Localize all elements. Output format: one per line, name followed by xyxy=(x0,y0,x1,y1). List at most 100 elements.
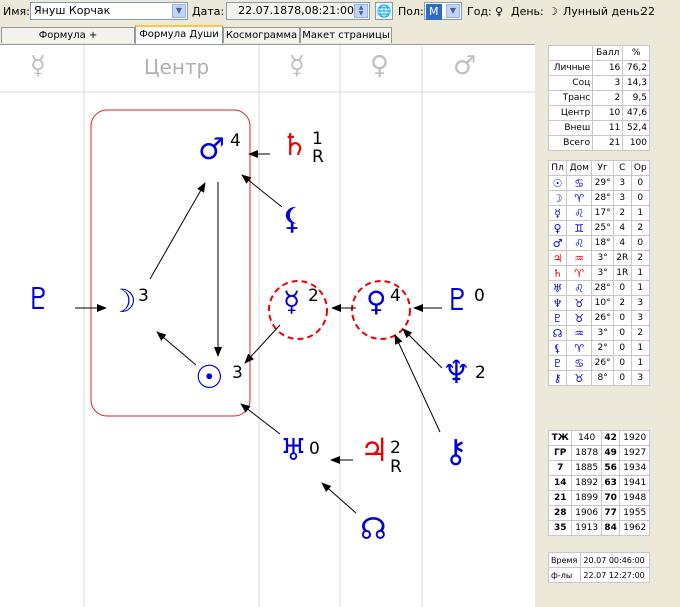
date-value: 22.07.1878,08:21:00 xyxy=(238,4,354,17)
planet-glyph: ☊ xyxy=(547,325,568,341)
strength: 0 xyxy=(612,370,632,386)
moon-icon[interactable]: ☽ xyxy=(108,285,137,317)
score-row: Центр 10 47,6 xyxy=(547,105,650,121)
name-value: Януш Корчак xyxy=(34,4,111,17)
score-cell: 10 xyxy=(592,105,624,121)
score-row: Личные 16 76,2 xyxy=(547,60,650,76)
strength: 4 xyxy=(612,220,632,236)
strength: 4 xyxy=(612,235,632,251)
orbit: 3 xyxy=(630,370,651,386)
age-cell: 1906 xyxy=(571,505,602,521)
planet-glyph: ⚷ xyxy=(547,370,568,386)
house-sign: ♉ xyxy=(566,310,593,326)
spin-icon[interactable]: ▲ ▼ xyxy=(354,4,368,18)
day-label: День: xyxy=(511,5,544,18)
mars-icon[interactable]: ♂ xyxy=(198,135,225,165)
time-value: 20.07 00:46:00 xyxy=(580,552,650,568)
score-cell: 2 xyxy=(592,90,624,106)
planet-glyph: ♃ xyxy=(547,250,568,266)
arrow-lilith-mars xyxy=(241,174,283,208)
neptune-icon[interactable]: ♆ xyxy=(442,356,471,388)
saturn-icon[interactable]: ♄ xyxy=(281,131,308,161)
venus-icon[interactable]: ♀ xyxy=(366,288,387,316)
center-column-header: Центр xyxy=(144,55,210,79)
house-sign: ♉ xyxy=(566,370,593,386)
angle: 25° xyxy=(591,220,614,236)
mercury-icon[interactable]: ☿ xyxy=(283,288,300,316)
sex-select[interactable]: М ▼ xyxy=(424,2,462,20)
planet-header-cell: С xyxy=(612,160,632,176)
house-sign: ♋ xyxy=(566,355,593,371)
score-header-cell xyxy=(547,45,594,61)
score-cell: 11 xyxy=(592,120,624,136)
planet-glyph: ☽ xyxy=(547,190,568,206)
angle: 8° xyxy=(591,370,614,386)
sex-value: М xyxy=(426,4,442,20)
age-cell: 42 xyxy=(600,430,621,446)
age-cell: 1955 xyxy=(619,505,650,521)
orbit: 3 xyxy=(630,295,651,311)
planet-row: ☽ ♈ 28° 3 0 xyxy=(547,190,651,206)
angle: 26° xyxy=(591,310,614,326)
saturn-count: 1 xyxy=(312,129,323,149)
age-cell: 1892 xyxy=(571,475,602,491)
side-panel: Балл % Личные 16 76,2 Соц 3 14,3 Транс 2 9,5 Ц… xyxy=(545,44,680,606)
name-select[interactable]: Януш Корчак ▼ xyxy=(30,2,188,20)
chevron-down-icon[interactable]: ▼ xyxy=(172,4,186,18)
date-input[interactable]: 22.07.1878,08:21:00 ▲ ▼ xyxy=(226,2,370,20)
tab-cosmogram[interactable]: Космограмма xyxy=(223,27,300,43)
age-cell: 1934 xyxy=(619,460,650,476)
house-sign: ♈ xyxy=(566,265,593,281)
tab-page-layout[interactable]: Макет страницы xyxy=(300,27,392,43)
mercury-count: 2 xyxy=(308,286,319,306)
pluto-icon[interactable]: ♇ xyxy=(444,286,471,316)
pluto-count: 0 xyxy=(474,286,485,306)
node-icon[interactable]: ☊ xyxy=(360,515,387,545)
score-header-row: Балл % xyxy=(547,45,650,61)
age-cell: 1941 xyxy=(619,475,650,491)
score-row: Соц 3 14,3 xyxy=(547,75,650,91)
name-label: Имя: xyxy=(3,5,30,18)
strength: 3 xyxy=(612,190,632,206)
house-sign: ♒ xyxy=(566,250,593,266)
soul-formula-canvas: ☿ Центр ☿ ♀ ♂ ♂ 4 ♄ 1 R ⚸ ☽ 3 ☉ 3 ☿ 2 ♀ … xyxy=(0,44,535,607)
score-cell: 100 xyxy=(622,135,650,151)
orbit: 0 xyxy=(630,175,651,191)
house-sign: ♌ xyxy=(566,280,593,296)
planet-row: ♇ ♉ 26° 0 3 xyxy=(547,310,651,326)
jupiter-count: 2 xyxy=(390,438,401,458)
age-cell: 49 xyxy=(600,445,621,461)
age-cell: 1920 xyxy=(619,430,650,446)
jupiter-icon[interactable]: ♃ xyxy=(360,434,389,466)
sun-icon[interactable]: ☉ xyxy=(195,361,224,393)
age-cell: 70 xyxy=(600,490,621,506)
planet-row: ⚸ ♈ 2° 0 1 xyxy=(547,340,651,356)
planet-glyph: ♇ xyxy=(547,310,568,326)
chiron-icon[interactable]: ⚷ xyxy=(444,435,467,467)
age-row: ТЖ 140 42 1920 xyxy=(547,430,650,446)
planet-row: ☊ ♒ 3° 0 2 xyxy=(547,325,651,341)
arrow-moon-mars xyxy=(149,182,206,280)
time-table: Время 20.07 00:46:00 ф-лы 22.07 12:27:00 xyxy=(547,552,650,583)
tab-formula-cosmogram[interactable]: Формула + Космограмма xyxy=(1,27,135,56)
tab-soul-formula[interactable]: Формула Души xyxy=(135,25,223,44)
orbit: 2 xyxy=(630,325,651,341)
planet-row: ☉ ♋ 29° 3 0 xyxy=(547,175,651,191)
age-cell: 84 xyxy=(600,520,621,536)
age-cell: 28 xyxy=(547,505,573,521)
uranus-icon[interactable]: ♅ xyxy=(280,436,307,466)
chevron-down-icon[interactable]: ▼ xyxy=(446,4,460,18)
lilith-icon[interactable]: ⚸ xyxy=(281,205,303,235)
age-cell: 1913 xyxy=(571,520,602,536)
tab-bar: Формула + Космограмма Формула Души Космо… xyxy=(0,25,680,56)
globe-button[interactable]: 🌐 xyxy=(375,2,393,20)
orbit: 2 xyxy=(630,250,651,266)
planet-header-cell: Пл xyxy=(547,160,568,176)
pluto-left-icon[interactable]: ♇ xyxy=(25,285,52,315)
time-value: 22.07 12:27:00 xyxy=(580,567,650,583)
planet-header-cell: Уг xyxy=(591,160,614,176)
mars-count: 4 xyxy=(230,131,241,151)
house-sign: ♋ xyxy=(566,175,593,191)
orbit: 1 xyxy=(630,205,651,221)
time-label: Время xyxy=(547,552,582,568)
